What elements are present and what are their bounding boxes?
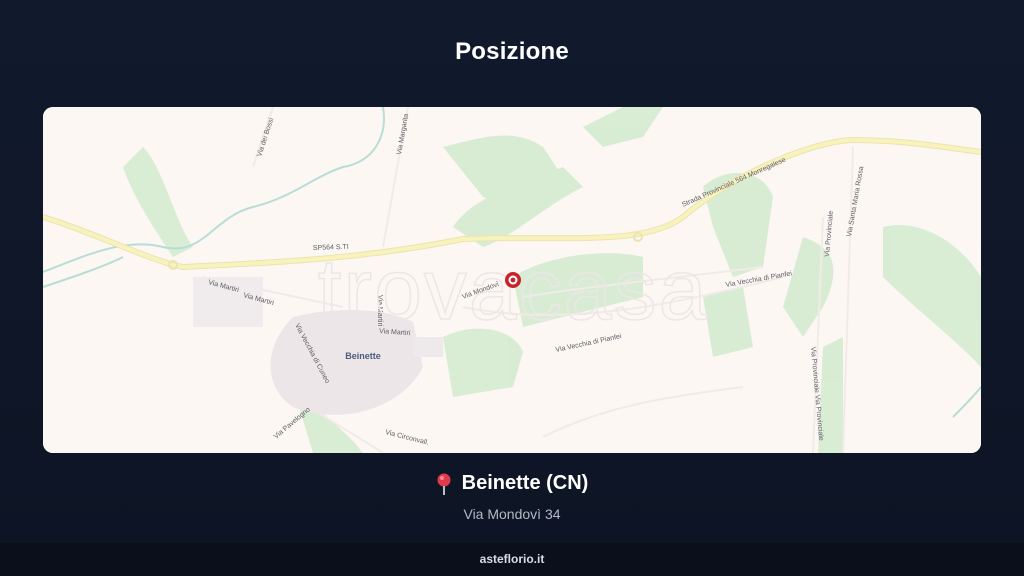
town-label: Beinette	[345, 351, 381, 361]
location-marker-icon[interactable]	[505, 272, 521, 288]
page-title: Posizione	[455, 38, 569, 65]
footer: asteflorio.it	[0, 543, 1024, 576]
watermark: trovacasa	[318, 242, 709, 338]
pin-icon	[436, 473, 452, 495]
location-address: Via Mondovì 34	[463, 505, 561, 522]
map[interactable]: SP564 S.TI Strada Provinciale 564 Monreg…	[43, 107, 981, 453]
location-title: Beinette (CN)	[461, 472, 589, 494]
map-canvas[interactable]: SP564 S.TI Strada Provinciale 564 Monreg…	[43, 107, 981, 453]
location-title-row: Beinette (CN)	[436, 472, 589, 495]
footer-site[interactable]: asteflorio.it	[480, 552, 545, 566]
location-info: Beinette (CN) Via Mondovì 34	[0, 472, 1024, 522]
